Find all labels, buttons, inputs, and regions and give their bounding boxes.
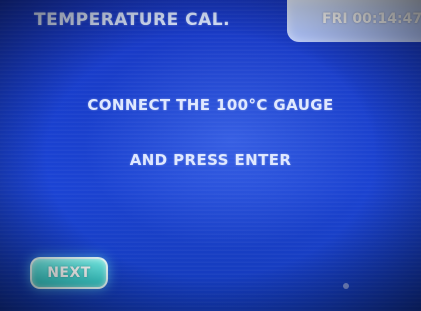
instruction-line-1: CONNECT THE 100°C GAUGE [87, 96, 334, 114]
screen-title: TEMPERATURE CAL. [34, 10, 231, 30]
calibration-screen: TEMPERATURE CAL. FRI 00:14:47 CONNECT TH… [0, 0, 421, 311]
instruction-line-2: AND PRESS ENTER [129, 151, 292, 169]
next-button[interactable]: NEXT [30, 257, 108, 289]
clock-display: FRI 00:14:47 [322, 11, 421, 27]
screen-glare [343, 283, 349, 289]
header-bar: TEMPERATURE CAL. FRI 00:14:47 [0, 0, 421, 46]
